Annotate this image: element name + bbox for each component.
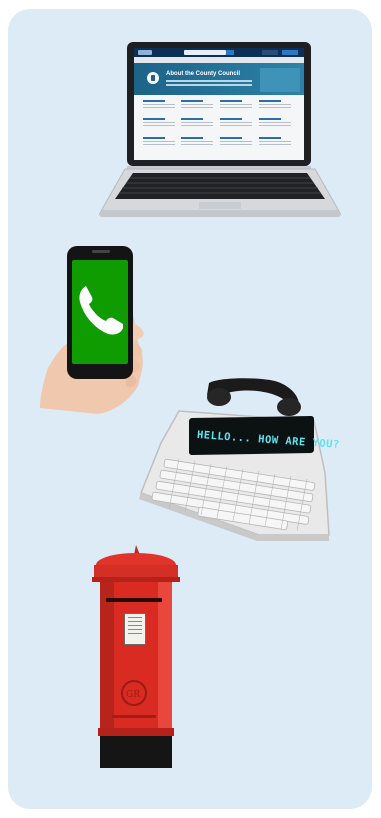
website-link-card (143, 100, 175, 110)
postbox-letter-slot (106, 598, 162, 602)
website-logo (138, 50, 152, 55)
website-search-field (184, 50, 226, 55)
website-link-card (220, 100, 252, 110)
website-link-card (181, 100, 213, 110)
website-header-link (262, 50, 278, 55)
website-link-card (220, 118, 252, 128)
svg-text:GR: GR (126, 690, 140, 700)
website-page-title: About the County Council (166, 71, 240, 77)
website-link-card (143, 137, 175, 147)
website-header-bar (134, 48, 304, 57)
phone-handset-icon (79, 286, 123, 335)
website-link-card (143, 118, 175, 128)
website-hero-subtitle (166, 80, 252, 82)
textphone-display: HELLO... HOW ARE YOU? (189, 415, 340, 456)
website-link-card (220, 137, 252, 147)
website-link-card (259, 100, 291, 110)
laptop-keyboard-base (99, 168, 341, 217)
website-link-card (259, 118, 291, 128)
website-link-card (181, 118, 213, 128)
postbox-collection-plate (124, 613, 146, 645)
textphone-device (139, 378, 330, 541)
website-hero-banner: About the County Council (134, 63, 304, 95)
website-link-card (181, 137, 213, 147)
red-pillar-postbox: GR (92, 545, 180, 768)
laptop-website-screenshot: About the County Council (134, 48, 304, 160)
website-search-button (226, 50, 234, 55)
website-hero-image (260, 68, 300, 92)
phone-speaker (92, 250, 110, 253)
info-icon (147, 72, 159, 84)
website-link-card (259, 137, 291, 147)
website-header-button (282, 50, 298, 55)
